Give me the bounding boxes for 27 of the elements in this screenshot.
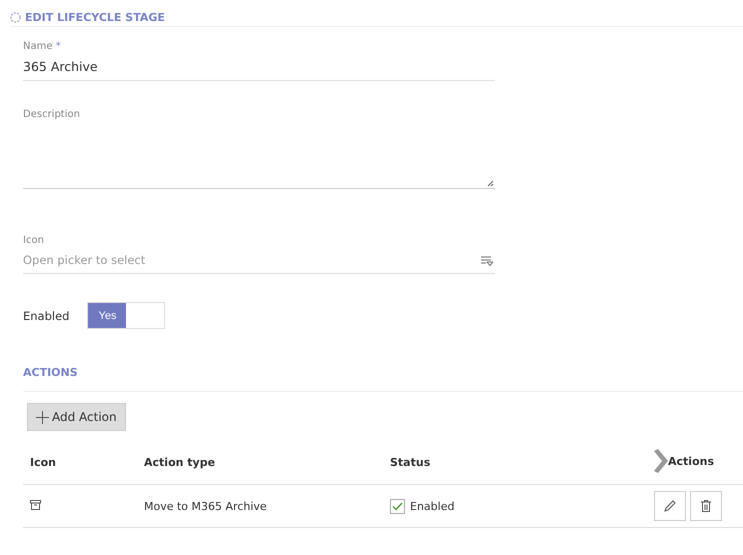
filter-icon[interactable] [481,256,493,266]
page-title: EDIT LIFECYCLE STAGE [25,11,165,24]
checkbox[interactable] [390,498,405,514]
column-header: Status [383,449,647,484]
status-label: Enabled [410,500,454,512]
required-mark: * [56,41,61,52]
field-label: Icon [23,235,45,246]
archive-icon [30,500,41,510]
add-action-button[interactable]: Add Action [27,403,126,431]
field-label: Name [23,41,53,52]
edit-button[interactable] [654,491,686,521]
column-header: Icon [23,449,137,484]
pencil-icon [664,500,676,512]
toggle-switch[interactable]: Yes [87,302,166,329]
chevron-icon [654,449,668,473]
resize-grip-icon[interactable] [487,180,494,187]
field-label: Description [23,109,81,120]
field-label: Enabled [23,308,70,322]
section-title: ACTIONS [23,366,743,392]
table-cell: Move to M365 Archive [137,484,383,528]
trash-icon [701,500,711,512]
name-field[interactable]: 365 Archive [23,52,495,81]
column-header: Actions [668,454,714,468]
spinner-icon [10,12,21,23]
delete-button[interactable] [690,491,722,521]
plus-icon [36,410,49,424]
column-header: Action type [137,449,383,484]
